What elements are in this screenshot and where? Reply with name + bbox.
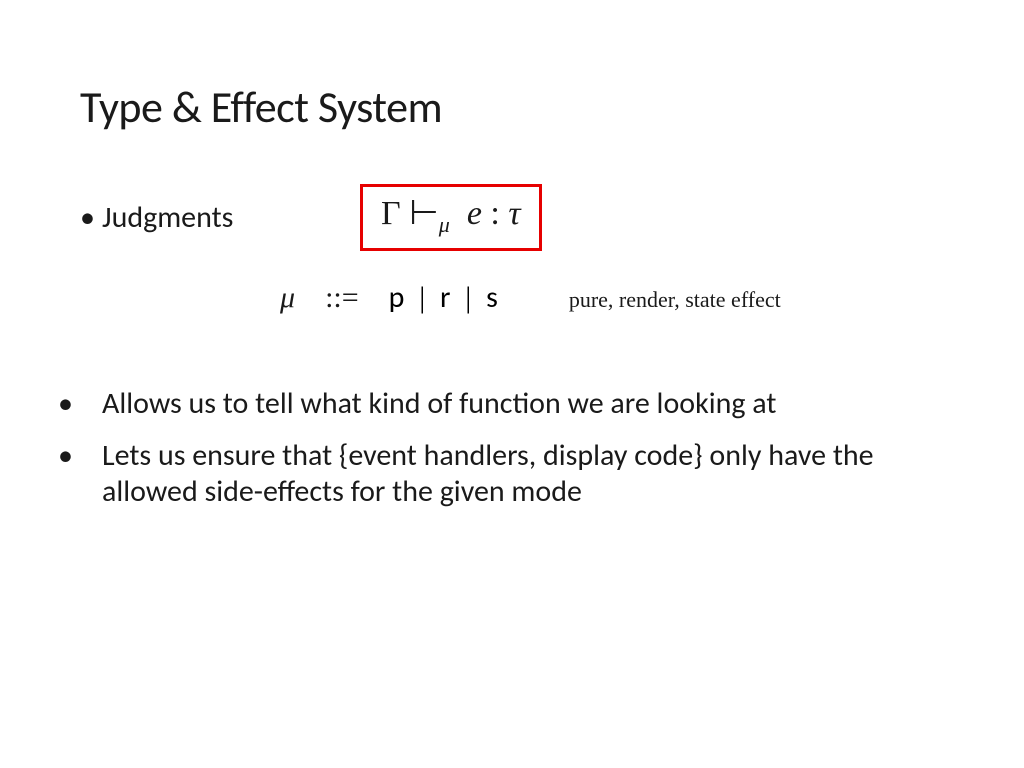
grammar-sep-1: | (419, 281, 426, 314)
judgments-label: Judgments (102, 199, 233, 236)
grammar-row: μ ::= p | r | s pure, render, state effe… (280, 279, 944, 316)
bullet-marker: • (80, 438, 102, 474)
judgments-row: •Judgments Γ ⊢μ e : τ (80, 184, 944, 251)
bullet-3: •Lets us ensure that {event handlers, di… (80, 438, 944, 510)
judgment-box: Γ ⊢μ e : τ (360, 184, 542, 251)
turnstile-symbol: ⊢ (409, 195, 439, 232)
grammar-annotation: pure, render, state effect (569, 287, 781, 313)
grammar-sep-2: | (465, 281, 472, 314)
judgment-formula: Γ ⊢μ e : τ (381, 195, 521, 232)
grammar-p: p (389, 279, 406, 316)
mu-subscript: μ (439, 212, 450, 237)
judgments-bullet: •Judgments (80, 199, 280, 236)
grammar-s: s (486, 279, 499, 316)
bullet-marker: • (80, 386, 102, 422)
slide-title: Type & Effect System (80, 80, 944, 134)
grammar-lhs: μ (280, 281, 295, 315)
tau-symbol: τ (508, 195, 520, 232)
bullet-marker: • (80, 199, 102, 236)
grammar-rhs: p | r | s (389, 279, 499, 316)
grammar-r: r (440, 279, 451, 316)
expr-symbol: e (467, 195, 482, 232)
bullet-2: •Allows us to tell what kind of function… (80, 386, 944, 422)
colon-symbol: : (490, 195, 499, 232)
bullet-2-text: Allows us to tell what kind of function … (102, 385, 776, 422)
slide-container: Type & Effect System •Judgments Γ ⊢μ e :… (0, 0, 1024, 566)
gamma-symbol: Γ (381, 195, 401, 232)
bullet-3-text: Lets us ensure that {event handlers, dis… (102, 437, 874, 510)
grammar-bnf: ::= (325, 281, 359, 315)
lower-bullets: •Allows us to tell what kind of function… (80, 386, 944, 510)
